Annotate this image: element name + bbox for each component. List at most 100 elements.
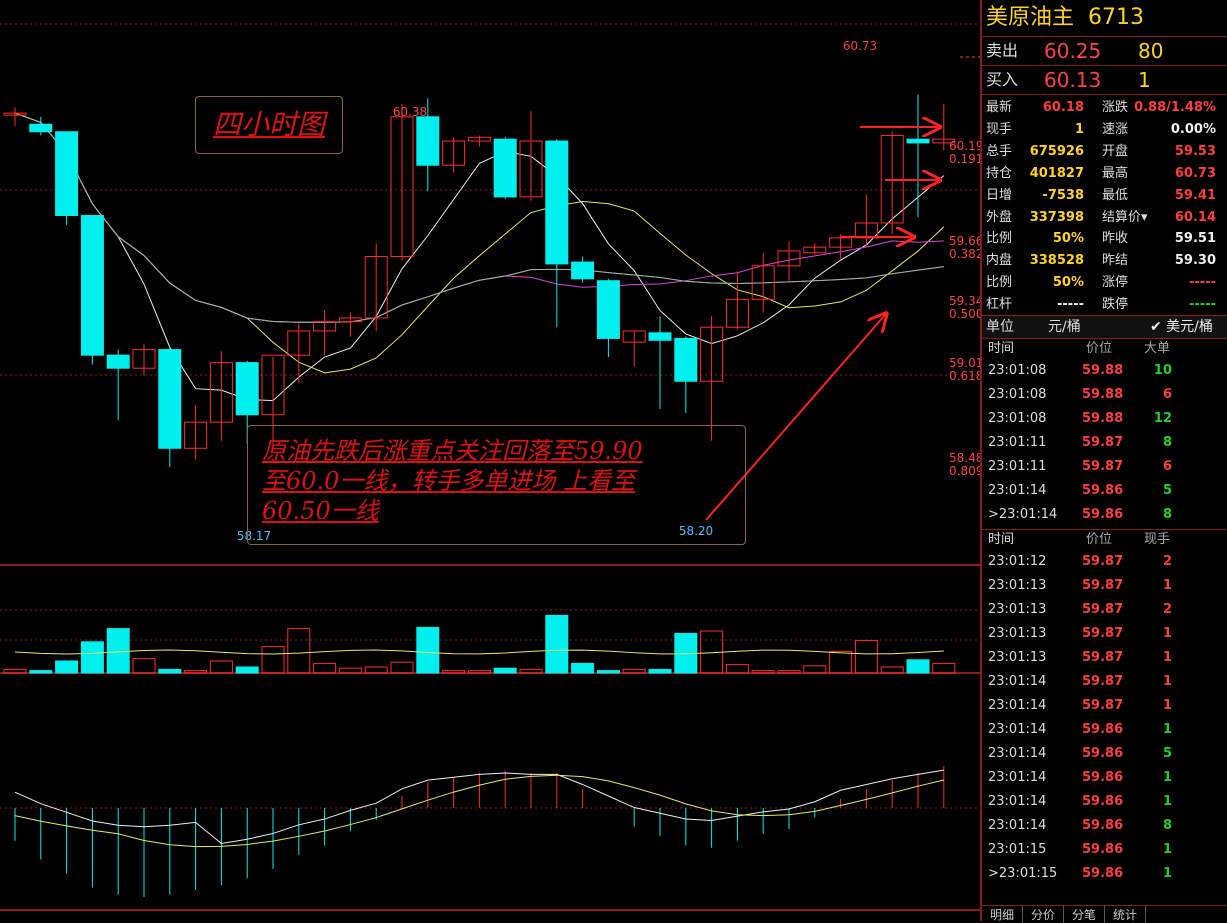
row-time: 23:01:08 (988, 387, 1047, 402)
tick-list[interactable]: 23:01:12 59.87 2 23:01:13 59.87 1 23:01:13 59.8… (982, 550, 1227, 886)
stat-value: -7538 (1042, 187, 1084, 203)
fib-level-price: 60.19 (949, 139, 980, 153)
volume-bar (287, 628, 311, 674)
list-item[interactable]: 23:01:11 59.87 8 (982, 431, 1227, 455)
list-item[interactable]: 23:01:13 59.87 1 (982, 574, 1227, 598)
volume-ma-line (14, 649, 944, 655)
stat-label: 日增 (986, 187, 1013, 203)
list-item[interactable]: 23:01:12 59.87 2 (982, 550, 1227, 574)
volume-bar (390, 661, 414, 674)
row-price: 59.86 (1082, 842, 1124, 857)
stat-label: 昨收 (1102, 231, 1129, 247)
tab-details[interactable]: 明细 (982, 906, 1024, 923)
row-price: 59.86 (1082, 722, 1124, 737)
stat-value: 0.88/1.48% (1134, 100, 1216, 115)
list-item[interactable]: 23:01:13 59.87 1 (982, 622, 1227, 646)
list-item[interactable]: 23:01:08 59.88 6 (982, 383, 1227, 407)
candle-body (906, 138, 930, 144)
stat-label: 最低 (1102, 187, 1129, 203)
list-item[interactable]: 23:01:08 59.88 10 (982, 359, 1227, 383)
stat-label: 最新 (986, 100, 1013, 115)
unit-checkbox[interactable]: ✔ 美元/桶 (1150, 316, 1213, 338)
row-time: 23:01:13 (988, 626, 1047, 641)
row-volume: 6 (1162, 459, 1172, 474)
row-price: 59.86 (1082, 746, 1124, 761)
row-price: 59.86 (1082, 794, 1124, 809)
row-time: 23:01:15 (988, 842, 1047, 857)
panel-tabs: 明细 分价 分笔 统计 (982, 905, 1227, 923)
volume-bar (80, 641, 104, 674)
list-item[interactable]: 23:01:14 59.86 8 (982, 814, 1227, 838)
candle-body (235, 362, 259, 416)
big-order-list[interactable]: 23:01:08 59.88 10 23:01:08 59.88 6 23:01:08 59.… (982, 359, 1227, 530)
candle-body (416, 116, 440, 166)
list-item[interactable]: 23:01:11 59.87 6 (982, 455, 1227, 479)
stat-value: 59.53 (1174, 143, 1216, 159)
row-volume: 1 (1162, 650, 1172, 665)
list-item[interactable]: 23:01:14 59.86 1 (982, 790, 1227, 814)
row-time: 23:01:11 (988, 459, 1047, 474)
row-volume: 1 (1162, 794, 1172, 809)
list-item[interactable]: 23:01:14 59.87 1 (982, 670, 1227, 694)
tab-stats[interactable]: 统计 (1105, 906, 1147, 923)
row-volume: 5 (1162, 483, 1172, 498)
instrument-name: 美原油主 (986, 5, 1075, 30)
volume-bar (158, 668, 182, 674)
tab-ticks[interactable]: 分笔 (1064, 906, 1106, 923)
unit-label: 单位 (986, 319, 1014, 335)
col-qty: 现手 (1144, 532, 1171, 547)
volume-bar (648, 668, 672, 674)
sell-row[interactable]: 卖出 60.25 80 (982, 37, 1227, 66)
row-price: 59.87 (1082, 554, 1124, 569)
row-price: 59.86 (1082, 866, 1124, 881)
annotation-line-1: 原油先跌后涨重点关注回落至59.90 (262, 437, 643, 465)
list-item[interactable]: 23:01:08 59.88 12 (982, 407, 1227, 431)
list-item[interactable]: 23:01:15 59.86 1 (982, 838, 1227, 862)
volume-bar (106, 628, 130, 674)
stat-label: 总手 (986, 143, 1013, 159)
list-item[interactable]: >23:01:14 59.86 8 (982, 503, 1227, 527)
list-item[interactable]: 23:01:13 59.87 1 (982, 646, 1227, 670)
tab-price-dist[interactable]: 分价 (1023, 906, 1065, 923)
ma-line (14, 112, 945, 402)
fib-level-ratio: 0.500 (949, 307, 980, 321)
sell-qty: 80 (1138, 39, 1164, 63)
fib-level-ratio: 0.382 (949, 247, 980, 261)
kline-chart-area[interactable]: 60.73 60.38 58.17 58.20 60.19 0.191 59.66 0.382… (0, 0, 980, 921)
stat-value: 50% (1052, 275, 1084, 291)
row-price: 59.87 (1082, 435, 1124, 450)
list-item[interactable]: 23:01:13 59.87 2 (982, 598, 1227, 622)
stat-label: 涨跌 (1102, 100, 1129, 115)
instrument-header[interactable]: 美原油主 6713 (982, 0, 1227, 37)
row-time: 23:01:14 (988, 794, 1047, 809)
volume-bar (467, 670, 491, 674)
big-order-header: 时间 价位 大单 (982, 339, 1227, 359)
candle-body (106, 354, 130, 369)
candle-body (55, 131, 79, 217)
buy-label: 买入 (986, 70, 1019, 89)
fib-level-price: 59.34 (949, 294, 980, 308)
row-price: 59.87 (1082, 674, 1124, 689)
volume-bar (132, 658, 156, 674)
list-item[interactable]: 23:01:14 59.86 1 (982, 766, 1227, 790)
row-price: 59.86 (1082, 507, 1124, 522)
list-item[interactable]: 23:01:14 59.86 1 (982, 718, 1227, 742)
row-price: 59.86 (1082, 483, 1124, 498)
row-time: 23:01:13 (988, 602, 1047, 617)
volume-bar (235, 666, 259, 674)
volume-bar (725, 664, 749, 674)
row-volume: 1 (1162, 626, 1172, 641)
row-price: 59.87 (1082, 698, 1124, 713)
list-item[interactable]: 23:01:14 59.86 5 (982, 742, 1227, 766)
chart-title-box: 四小时图 (195, 96, 343, 154)
unit-row[interactable]: 单位 元/桶 ✔ 美元/桶 (982, 316, 1227, 339)
stat-value: 401827 (1029, 165, 1084, 181)
list-item[interactable]: >23:01:15 59.86 1 (982, 862, 1227, 886)
volume-bar (313, 662, 337, 674)
row-volume: 1 (1162, 578, 1172, 593)
list-item[interactable]: 23:01:14 59.86 5 (982, 479, 1227, 503)
volume-bar (777, 670, 801, 674)
stat-label: 跌停 (1102, 297, 1129, 313)
list-item[interactable]: 23:01:14 59.87 1 (982, 694, 1227, 718)
buy-row[interactable]: 买入 60.13 1 (982, 66, 1227, 95)
